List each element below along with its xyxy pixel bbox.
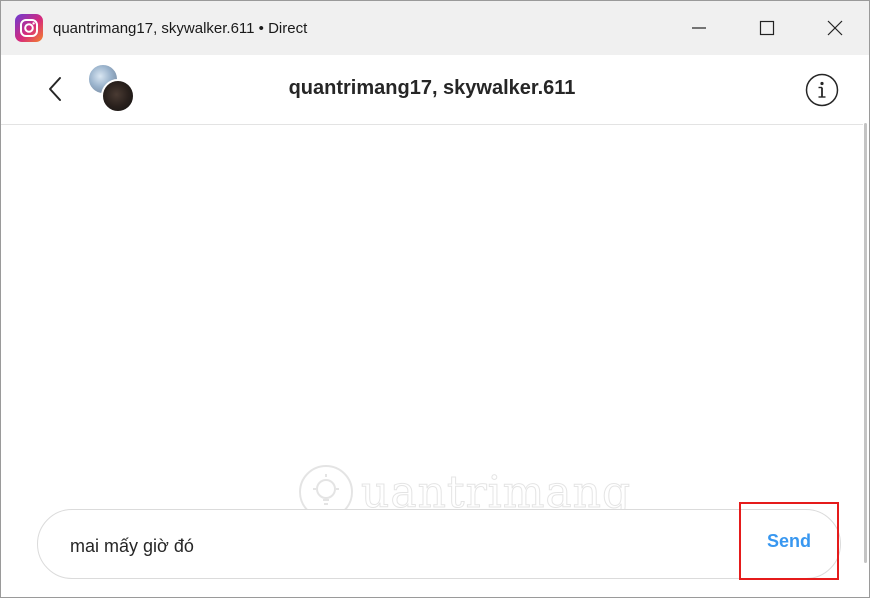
window-controls bbox=[665, 1, 869, 55]
chat-header: quantrimang17, skywalker.611 bbox=[1, 55, 863, 125]
scrollbar-thumb[interactable] bbox=[864, 123, 867, 563]
instagram-icon bbox=[15, 14, 43, 42]
chat-title: quantrimang17, skywalker.611 bbox=[288, 77, 576, 99]
maximize-icon bbox=[759, 20, 775, 36]
app-window: quantrimang17, skywalker.611 • Direct qu… bbox=[0, 0, 870, 598]
maximize-button[interactable] bbox=[733, 1, 801, 55]
send-button[interactable]: Send bbox=[739, 502, 839, 580]
scrollbar[interactable] bbox=[863, 55, 869, 597]
info-button[interactable] bbox=[805, 73, 839, 107]
message-thread bbox=[1, 126, 863, 506]
window-title: quantrimang17, skywalker.611 • Direct bbox=[53, 19, 308, 37]
close-button[interactable] bbox=[801, 1, 869, 55]
message-composer: Send bbox=[37, 502, 841, 580]
minimize-icon bbox=[692, 27, 706, 29]
info-icon bbox=[805, 73, 839, 107]
title-bar: quantrimang17, skywalker.611 • Direct bbox=[1, 1, 869, 55]
message-input[interactable] bbox=[70, 532, 710, 560]
send-label: Send bbox=[766, 530, 811, 551]
close-icon bbox=[827, 20, 843, 36]
minimize-button[interactable] bbox=[665, 1, 733, 55]
